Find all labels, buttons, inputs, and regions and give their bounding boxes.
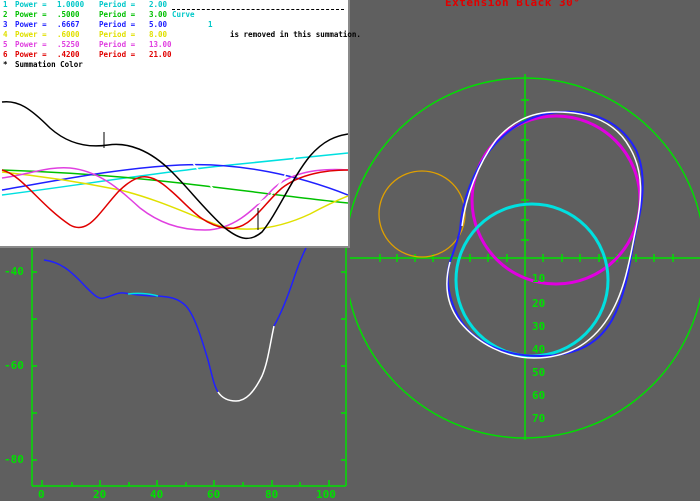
radial-tick-30: 30 xyxy=(532,320,546,333)
x-tick-label-80: 80 xyxy=(265,488,279,501)
radial-tick-60: 60 xyxy=(532,389,546,402)
x-tick-label-100: 100 xyxy=(316,488,336,501)
summation-trace-blue xyxy=(43,259,219,393)
radial-tick-40: 40 xyxy=(532,343,546,356)
y-tick-label-40: -40 xyxy=(4,265,24,278)
summation-trace-blue-2 xyxy=(273,247,307,327)
x-tick-label-40: 40 xyxy=(150,488,164,501)
radial-tick-70: 70 xyxy=(532,412,546,425)
orange-circle xyxy=(378,170,466,258)
component-waves-plot xyxy=(1,89,348,240)
polar-axis-ticks xyxy=(379,99,674,262)
y-tick-label-60: -60 xyxy=(4,359,24,372)
radial-tick-20: 20 xyxy=(532,297,546,310)
polar-plot xyxy=(350,74,700,440)
wave-summation-black xyxy=(1,100,348,240)
y-tick-marks xyxy=(32,271,346,461)
x-tick-label-60: 60 xyxy=(207,488,221,501)
summation-trace-blue xyxy=(446,110,644,358)
summation-trace-white xyxy=(217,325,275,402)
x-tick-marks xyxy=(41,480,330,486)
y-tick-label-80: -80 xyxy=(4,453,24,466)
x-tick-label-20: 20 xyxy=(93,488,107,501)
x-tick-label-0: 0 xyxy=(38,488,45,501)
radial-tick-50: 50 xyxy=(532,366,546,379)
component-waves-panel: 1 Power = 1.0000 Period = 2.00 2 Power = .5000 P… xyxy=(0,0,361,248)
radial-tick-10: 10 xyxy=(532,272,546,285)
app-canvas: -40 -60 -80 0 20 40 60 80 100 1 Power = 1.… xyxy=(0,0,700,501)
